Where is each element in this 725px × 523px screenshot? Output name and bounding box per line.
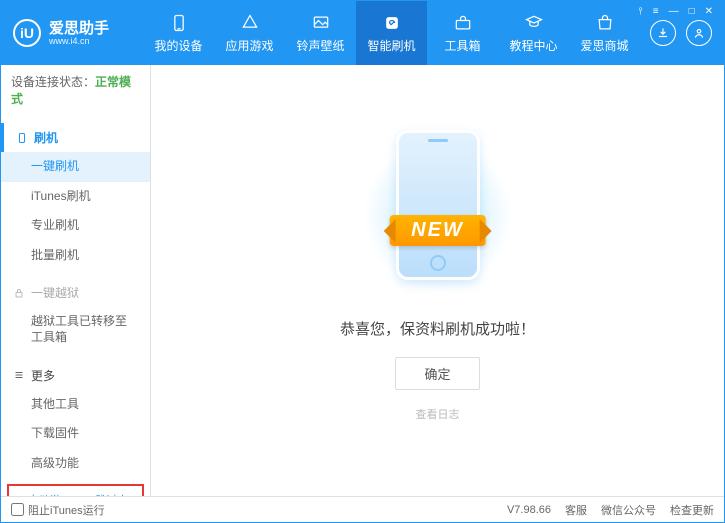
logo-icon: iU xyxy=(13,19,41,47)
wallpaper-icon xyxy=(311,13,331,33)
nav-label: 爱思商城 xyxy=(580,37,628,54)
sidebar-group-flash[interactable]: 刷机 xyxy=(1,123,150,152)
success-message: 恭喜您，保资料刷机成功啦！ xyxy=(340,318,535,339)
update-link[interactable]: 检查更新 xyxy=(670,502,714,518)
pin-icon[interactable]: ⫯ xyxy=(636,6,644,17)
app-header: iU 爱思助手 www.i4.cn 我的设备 应用游戏 铃声壁纸 智能刷机 xyxy=(1,1,724,65)
flash-icon xyxy=(382,13,402,33)
apps-icon xyxy=(240,13,260,33)
sidebar-item-firmware[interactable]: 下载固件 xyxy=(1,419,150,449)
minimize-icon[interactable]: — xyxy=(667,6,681,17)
sidebar-group-jailbreak[interactable]: 一键越狱 xyxy=(1,278,150,307)
sidebar-item-batch[interactable]: 批量刷机 xyxy=(1,241,150,271)
main-content: NEW 恭喜您，保资料刷机成功啦！ 确定 查看日志 xyxy=(151,65,724,496)
nav-apps[interactable]: 应用游戏 xyxy=(214,1,285,65)
nav-store[interactable]: 爱思商城 xyxy=(569,1,640,65)
service-link[interactable]: 客服 xyxy=(565,502,587,518)
ok-button[interactable]: 确定 xyxy=(395,357,479,390)
phone-icon xyxy=(169,13,189,33)
nav-label: 我的设备 xyxy=(154,37,202,54)
group-label: 一键越狱 xyxy=(31,284,79,301)
main-nav: 我的设备 应用游戏 铃声壁纸 智能刷机 工具箱 教程中心 xyxy=(143,1,640,65)
view-log-link[interactable]: 查看日志 xyxy=(416,406,460,422)
sidebar-item-other[interactable]: 其他工具 xyxy=(1,390,150,420)
options-box: 自动激活 跳过向导 xyxy=(7,484,144,496)
block-itunes-checkbox[interactable]: 阻止iTunes运行 xyxy=(11,502,105,518)
group-label: 更多 xyxy=(31,367,55,384)
success-illustration: NEW xyxy=(338,120,538,280)
user-button[interactable] xyxy=(686,20,712,46)
store-icon xyxy=(595,13,615,33)
nav-my-device[interactable]: 我的设备 xyxy=(143,1,214,65)
sidebar-item-itunes[interactable]: iTunes刷机 xyxy=(1,182,150,212)
nav-toolbox[interactable]: 工具箱 xyxy=(427,1,498,65)
status-bar: 阻止iTunes运行 V7.98.66 客服 微信公众号 检查更新 xyxy=(1,496,724,522)
close-icon[interactable]: ✕ xyxy=(703,6,715,17)
nav-ringtone[interactable]: 铃声壁纸 xyxy=(285,1,356,65)
maximize-icon[interactable]: □ xyxy=(687,6,697,17)
nav-flash[interactable]: 智能刷机 xyxy=(356,1,427,65)
menu-icon xyxy=(13,369,25,381)
new-ribbon: NEW xyxy=(389,215,486,246)
nav-label: 工具箱 xyxy=(444,37,480,54)
nav-label: 应用游戏 xyxy=(225,37,273,54)
nav-label: 智能刷机 xyxy=(367,37,415,54)
app-url: www.i4.cn xyxy=(49,36,109,46)
lock-icon xyxy=(13,287,25,299)
app-name: 爱思助手 xyxy=(49,21,109,36)
sidebar-jailbreak-note: 越狱工具已转移至工具箱 xyxy=(1,307,150,352)
sidebar-item-pro[interactable]: 专业刷机 xyxy=(1,211,150,241)
phone-graphic xyxy=(396,130,480,280)
sidebar-item-advanced[interactable]: 高级功能 xyxy=(1,449,150,479)
status-label: 设备连接状态： xyxy=(11,75,95,89)
menu-icon[interactable]: ≡ xyxy=(651,6,661,17)
sidebar: 设备连接状态：正常模式 刷机 一键刷机 iTunes刷机 专业刷机 批量刷机 一… xyxy=(1,65,151,496)
toolbox-icon xyxy=(453,13,473,33)
download-button[interactable] xyxy=(650,20,676,46)
checkbox-label: 阻止iTunes运行 xyxy=(28,502,105,518)
nav-tutorial[interactable]: 教程中心 xyxy=(498,1,569,65)
checkbox-input[interactable] xyxy=(11,503,24,516)
nav-label: 教程中心 xyxy=(509,37,557,54)
group-label: 刷机 xyxy=(34,129,58,146)
phone-icon xyxy=(16,132,28,144)
connection-status: 设备连接状态：正常模式 xyxy=(1,65,150,115)
version-label: V7.98.66 xyxy=(507,504,551,516)
app-logo: iU 爱思助手 www.i4.cn xyxy=(13,19,143,47)
sidebar-group-more[interactable]: 更多 xyxy=(1,361,150,390)
sidebar-item-oneclick[interactable]: 一键刷机 xyxy=(1,152,150,182)
nav-label: 铃声壁纸 xyxy=(296,37,344,54)
tutorial-icon xyxy=(524,13,544,33)
wechat-link[interactable]: 微信公众号 xyxy=(601,502,656,518)
